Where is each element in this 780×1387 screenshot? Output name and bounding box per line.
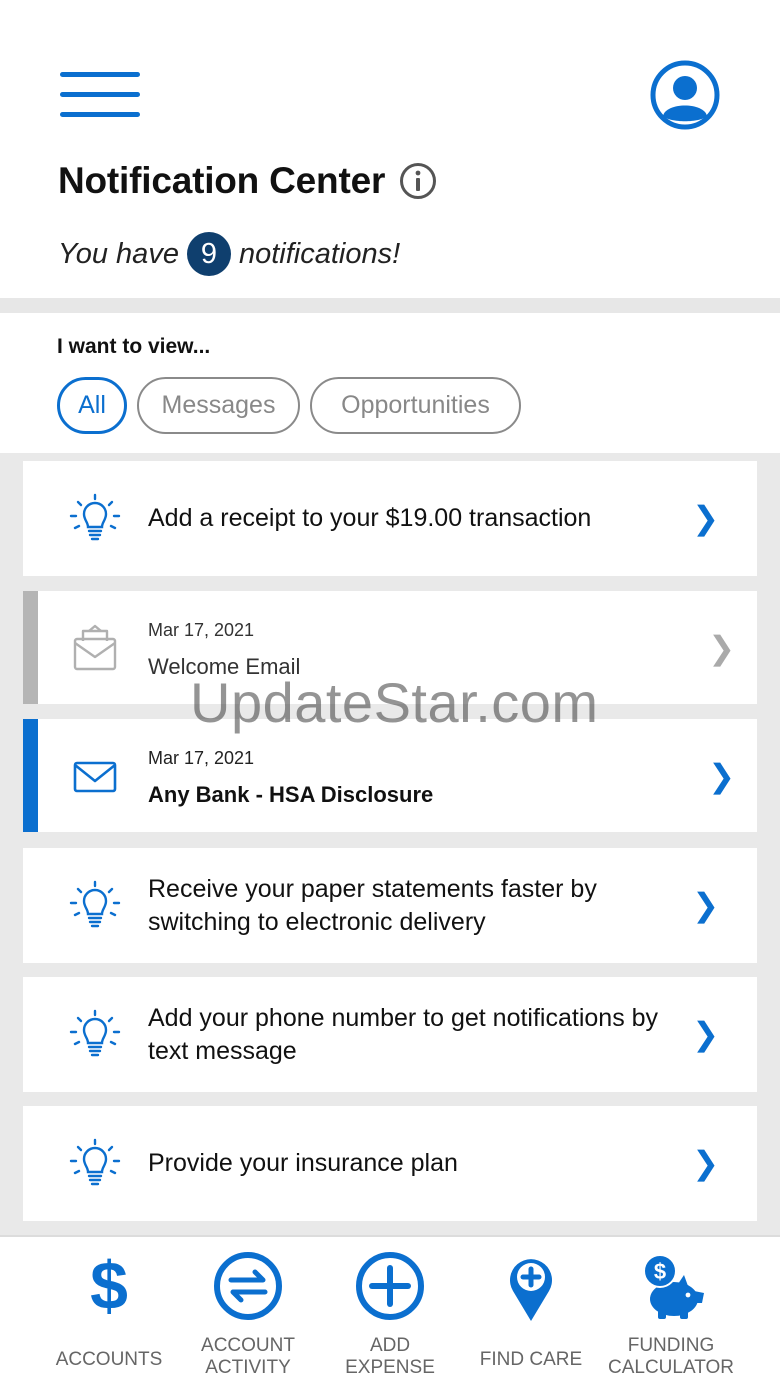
lightbulb-icon xyxy=(69,1138,121,1186)
map-pin-plus-icon xyxy=(510,1259,552,1321)
notification-count-badge: 9 xyxy=(186,232,231,276)
nav-label-line: ACTIVITY xyxy=(205,1357,291,1378)
message-title: Welcome Email xyxy=(148,654,301,679)
nav-account-activity[interactable]: ACCOUNT ACTIVITY xyxy=(178,1251,318,1383)
nav-label-line: EXPENSE xyxy=(345,1357,435,1378)
nav-label: ADD EXPENSE xyxy=(320,1335,460,1379)
chevron-right-icon: ❯ xyxy=(692,500,719,536)
dollar-icon: $ xyxy=(90,1251,128,1321)
filter-section: I want to view... All Messages Opportuni… xyxy=(0,313,780,453)
notification-card[interactable]: Add a receipt to your $19.00 transaction… xyxy=(23,461,757,576)
header: Notification Center You have 9 notificat… xyxy=(0,0,780,298)
notification-text-line: text message xyxy=(148,1037,297,1065)
svg-text:$: $ xyxy=(654,1259,666,1284)
menu-line xyxy=(60,112,140,117)
filter-label: I want to view... xyxy=(57,335,211,358)
notification-count-text: You have 9 notifications! xyxy=(58,232,400,276)
notification-text-line: switching to electronic delivery xyxy=(148,908,486,936)
notification-text-line: Add your phone number to get notificatio… xyxy=(148,1004,659,1032)
unread-indicator-bar xyxy=(23,719,38,832)
nav-label-line: ADD xyxy=(369,1335,411,1356)
count-prefix: You have xyxy=(58,237,179,270)
read-indicator-bar xyxy=(23,591,38,704)
nav-funding-calculator[interactable]: $ FUNDING CALCULATOR xyxy=(601,1251,741,1383)
nav-label: ACCOUNT ACTIVITY xyxy=(178,1335,318,1379)
transfer-arrows-icon xyxy=(214,1252,282,1320)
message-date: Mar 17, 2021 xyxy=(148,748,255,768)
chevron-right-icon: ❯ xyxy=(708,630,735,666)
page-title: Notification Center xyxy=(58,160,386,201)
notification-text: Provide your insurance plan xyxy=(148,1149,458,1177)
message-content: Mar 17, 2021 Any Bank - HSA Disclosure xyxy=(148,747,433,809)
message-date: Mar 17, 2021 xyxy=(148,620,255,640)
notification-card[interactable]: Add your phone number to get notificatio… xyxy=(23,977,757,1092)
menu-line xyxy=(60,92,140,97)
envelope-icon xyxy=(73,761,117,793)
count-suffix: notifications! xyxy=(238,237,401,270)
message-content: Mar 17, 2021 Welcome Email xyxy=(148,619,300,681)
nav-label: FUNDING CALCULATOR xyxy=(601,1335,741,1379)
lightbulb-icon xyxy=(69,880,121,928)
title-row: Notification Center xyxy=(58,160,437,202)
notification-list: Add a receipt to your $19.00 transaction… xyxy=(0,453,780,1235)
notification-card[interactable]: Provide your insurance plan ❯ xyxy=(23,1106,757,1221)
filter-all-pill[interactable]: All xyxy=(57,377,127,434)
lightbulb-icon xyxy=(69,1009,121,1057)
notification-text: Add your phone number to get notificatio… xyxy=(148,1002,658,1068)
svg-text:$: $ xyxy=(90,1251,128,1321)
notification-text: Receive your paper statements faster by … xyxy=(148,873,597,939)
chevron-right-icon: ❯ xyxy=(692,887,719,923)
notification-text-line: Receive your paper statements faster by xyxy=(148,875,597,903)
chevron-right-icon: ❯ xyxy=(692,1145,719,1181)
nav-accounts[interactable]: $ ACCOUNTS xyxy=(39,1251,179,1383)
profile-avatar-icon[interactable] xyxy=(650,60,720,130)
nav-add-expense[interactable]: ADD EXPENSE xyxy=(320,1251,460,1383)
filter-pills: All Messages Opportunities xyxy=(57,377,521,434)
lightbulb-icon xyxy=(69,493,121,541)
nav-label-line: FUNDING xyxy=(627,1335,715,1356)
info-icon[interactable] xyxy=(399,162,437,200)
envelope-open-icon xyxy=(73,624,117,671)
nav-label: ACCOUNTS xyxy=(55,1349,163,1370)
message-card-read[interactable]: Mar 17, 2021 Welcome Email ❯ xyxy=(23,591,757,704)
hamburger-menu-icon[interactable] xyxy=(60,72,140,118)
chevron-right-icon: ❯ xyxy=(708,758,735,794)
bottom-nav: $ ACCOUNTS ACCOUNT ACTIVITY ADD EXPENSE xyxy=(0,1235,780,1387)
section-divider xyxy=(0,298,780,313)
nav-find-care[interactable]: FIND CARE xyxy=(461,1251,601,1383)
piggy-bank-icon: $ xyxy=(643,1254,704,1319)
filter-opportunities-pill[interactable]: Opportunities xyxy=(310,377,521,434)
plus-circle-icon xyxy=(356,1252,424,1320)
message-card-unread[interactable]: Mar 17, 2021 Any Bank - HSA Disclosure ❯ xyxy=(23,719,757,832)
filter-messages-pill[interactable]: Messages xyxy=(137,377,300,434)
message-title: Any Bank - HSA Disclosure xyxy=(148,782,434,807)
nav-label-line: ACCOUNT xyxy=(201,1335,295,1356)
nav-label-line: CALCULATOR xyxy=(608,1357,734,1378)
notification-text: Add a receipt to your $19.00 transaction xyxy=(148,504,592,532)
menu-line xyxy=(60,72,140,77)
nav-label: FIND CARE xyxy=(479,1349,583,1370)
notification-card[interactable]: Receive your paper statements faster by … xyxy=(23,848,757,963)
chevron-right-icon: ❯ xyxy=(692,1016,719,1052)
